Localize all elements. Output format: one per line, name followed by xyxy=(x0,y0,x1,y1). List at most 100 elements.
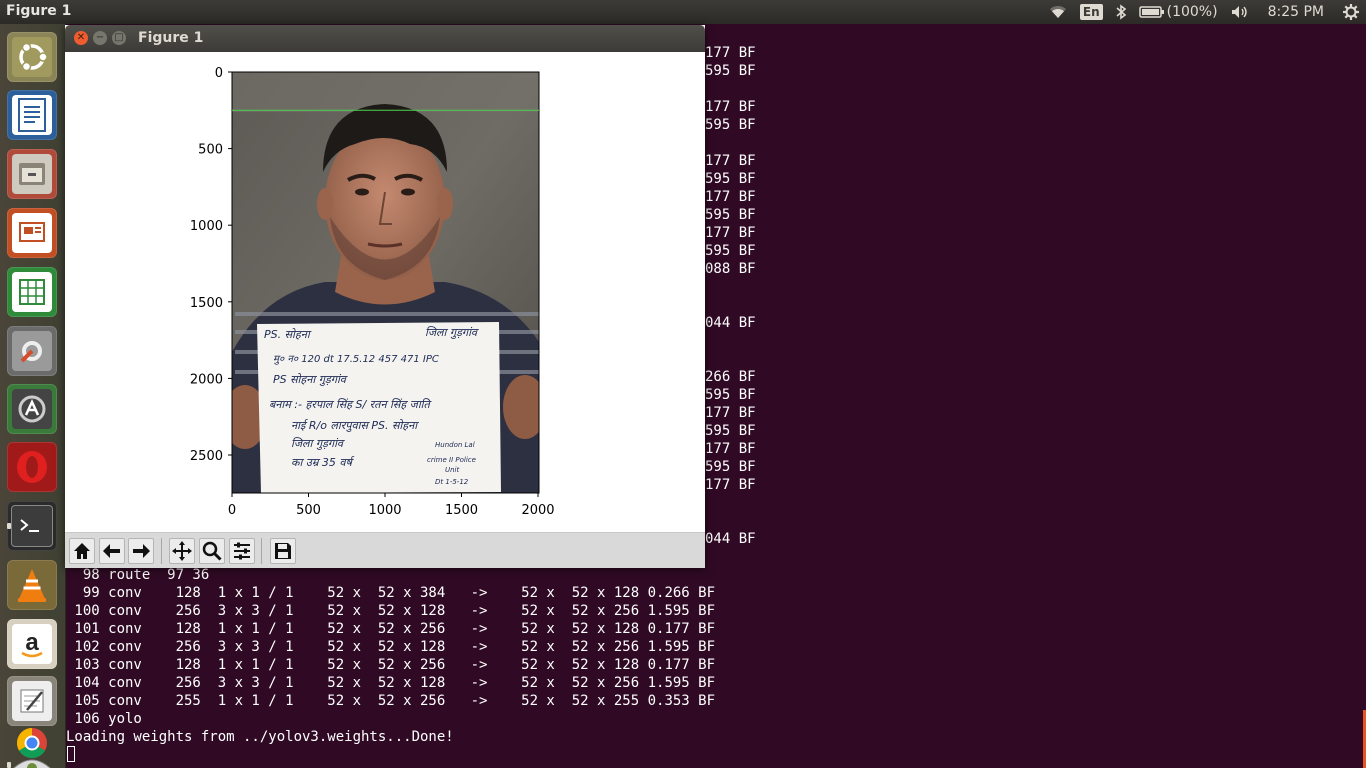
sign-line-11: Unit xyxy=(445,466,460,474)
opera-launcher[interactable] xyxy=(7,442,57,492)
software-updater-launcher[interactable] xyxy=(7,384,57,434)
sign-line-7: जिला गुड़गांव xyxy=(291,437,345,450)
sign-line-1: PS. सोहना xyxy=(264,328,312,341)
maximize-icon: □ xyxy=(114,32,124,43)
x-tick-label: 1000 xyxy=(368,503,401,518)
ubuntu-dash-button[interactable] xyxy=(7,32,57,82)
toolbar-separator xyxy=(161,538,162,564)
volume-icon[interactable] xyxy=(1224,0,1256,24)
files-launcher[interactable] xyxy=(7,149,57,199)
sign-line-2: जिला गुड़गांव xyxy=(425,326,479,339)
terminal-line: 595 BF xyxy=(705,63,756,79)
terminal-line: 104 conv 256 3 x 3 / 1 52 x 52 x 128 -> … xyxy=(66,675,716,691)
configure-subplots-button[interactable] xyxy=(229,538,255,564)
amazon-icon: a xyxy=(12,624,52,664)
libreoffice-writer-launcher[interactable] xyxy=(7,90,57,140)
battery-icon xyxy=(1138,5,1165,19)
ubuntu-logo-icon xyxy=(12,37,52,77)
terminal-line: 595 BF xyxy=(705,171,756,187)
vlc-cone-icon xyxy=(12,565,52,605)
terminal-launcher[interactable] xyxy=(7,501,57,551)
libreoffice-impress-launcher[interactable] xyxy=(7,208,57,258)
x-tick-label: 500 xyxy=(296,503,321,518)
close-button[interactable]: ✕ xyxy=(74,31,88,45)
indicator-area: En (100%) 8:25 PM xyxy=(1042,0,1366,24)
y-tick-label: 1500 xyxy=(190,296,223,311)
terminal-line: 98 route 97 36 xyxy=(66,567,210,583)
maximize-button[interactable]: □ xyxy=(112,31,126,45)
terminal-line: 99 conv 128 1 x 1 / 1 52 x 52 x 384 -> 5… xyxy=(66,585,716,601)
svg-text:a: a xyxy=(25,629,39,656)
vlc-launcher[interactable] xyxy=(7,560,57,610)
y-tick-label: 2000 xyxy=(190,372,223,387)
presentation-icon xyxy=(12,213,52,253)
terminal-line: 177 BF xyxy=(705,441,756,457)
terminal-line: 177 BF xyxy=(705,477,756,493)
launcher: a xyxy=(0,24,66,768)
settings-gear-icon[interactable] xyxy=(1336,0,1366,24)
opera-icon xyxy=(12,447,52,487)
figure-titlebar[interactable]: ✕ − □ Figure 1 xyxy=(65,25,705,52)
terminal-line: 595 BF xyxy=(705,117,756,133)
sign-line-6: नाई R/o लारपुवास PS. सोहना xyxy=(291,419,419,432)
terminal-line: 177 BF xyxy=(705,99,756,115)
terminal-line: 044 BF xyxy=(705,315,756,331)
terminal-output-bottom: 98 route 97 36 99 conv 128 1 x 1 / 1 52 … xyxy=(66,566,715,728)
wifi-icon[interactable] xyxy=(1042,0,1074,24)
plot-area[interactable]: PS. सोहना जिला गुड़गांव मु० न० 120 dt 17… xyxy=(65,52,705,532)
writer-document-icon xyxy=(12,95,52,135)
figure-title: Figure 1 xyxy=(138,30,204,46)
x-tick-label: 2000 xyxy=(521,503,554,518)
clock[interactable]: 8:25 PM xyxy=(1256,0,1336,24)
sign-line-12: Dt 1-5-12 xyxy=(435,478,469,486)
top-panel: Figure 1 En (100%) 8:25 PM xyxy=(0,0,1366,24)
y-tick-label: 1000 xyxy=(190,219,223,234)
pan-button[interactable] xyxy=(169,538,195,564)
home-button[interactable] xyxy=(69,538,95,564)
terminal-line: 101 conv 128 1 x 1 / 1 52 x 52 x 256 -> … xyxy=(66,621,716,637)
pan-icon xyxy=(172,541,192,561)
sign-line-9: Hundon Lal xyxy=(435,441,475,449)
terminal-loading-line: Loading weights from ../yolov3.weights..… xyxy=(66,729,454,745)
active-app-title: Figure 1 xyxy=(6,3,72,19)
terminal-line: 595 BF xyxy=(705,423,756,439)
battery-percentage: (100%) xyxy=(1166,4,1218,20)
terminal-icon xyxy=(11,505,53,547)
terminal-line: 595 BF xyxy=(705,243,756,259)
sign-line-8: का उम्र 35 वर्ष xyxy=(291,456,355,469)
updater-icon xyxy=(12,389,52,429)
sign-line-4: PS सोहना गुड़गांव xyxy=(273,373,348,386)
terminal-line: 177 BF xyxy=(705,405,756,421)
text-editor-icon xyxy=(12,681,52,721)
figure-toolbar xyxy=(65,532,705,568)
settings-wrench-icon xyxy=(12,331,52,371)
back-arrow-icon xyxy=(103,544,120,558)
toolbar-separator-2 xyxy=(261,538,262,564)
terminal-line: 595 BF xyxy=(705,459,756,475)
forward-button[interactable] xyxy=(128,538,154,564)
forward-arrow-icon xyxy=(133,544,150,558)
libreoffice-calc-launcher[interactable] xyxy=(7,267,57,317)
amazon-launcher[interactable]: a xyxy=(7,619,57,669)
terminal-line: 106 yolo xyxy=(66,711,142,727)
keyboard-layout-indicator[interactable]: En xyxy=(1074,0,1109,24)
figure-window[interactable]: ✕ − □ Figure 1 PS. सोहना जिला गुड़गांव म… xyxy=(65,25,705,568)
minimize-icon: − xyxy=(95,32,105,43)
y-axis: 0 500 1000 1500 2000 2500 xyxy=(190,66,232,464)
bluetooth-icon[interactable] xyxy=(1109,0,1133,24)
minimize-button[interactable]: − xyxy=(93,31,107,45)
battery-indicator[interactable]: (100%) xyxy=(1133,0,1224,24)
terminal-line: 266 BF xyxy=(705,369,756,385)
terminal-line: 102 conv 256 3 x 3 / 1 52 x 52 x 128 -> … xyxy=(66,639,716,655)
spreadsheet-icon xyxy=(12,272,52,312)
zoom-button[interactable] xyxy=(199,538,225,564)
image-viewer-launcher[interactable] xyxy=(7,740,57,768)
back-button[interactable] xyxy=(99,538,125,564)
home-icon xyxy=(74,543,90,559)
save-icon xyxy=(275,543,291,559)
save-button[interactable] xyxy=(270,538,296,564)
system-settings-launcher[interactable] xyxy=(7,326,57,376)
terminal-line: 177 BF xyxy=(705,225,756,241)
y-tick-label: 500 xyxy=(198,143,223,158)
sign-line-10: crime II Police xyxy=(427,456,476,464)
